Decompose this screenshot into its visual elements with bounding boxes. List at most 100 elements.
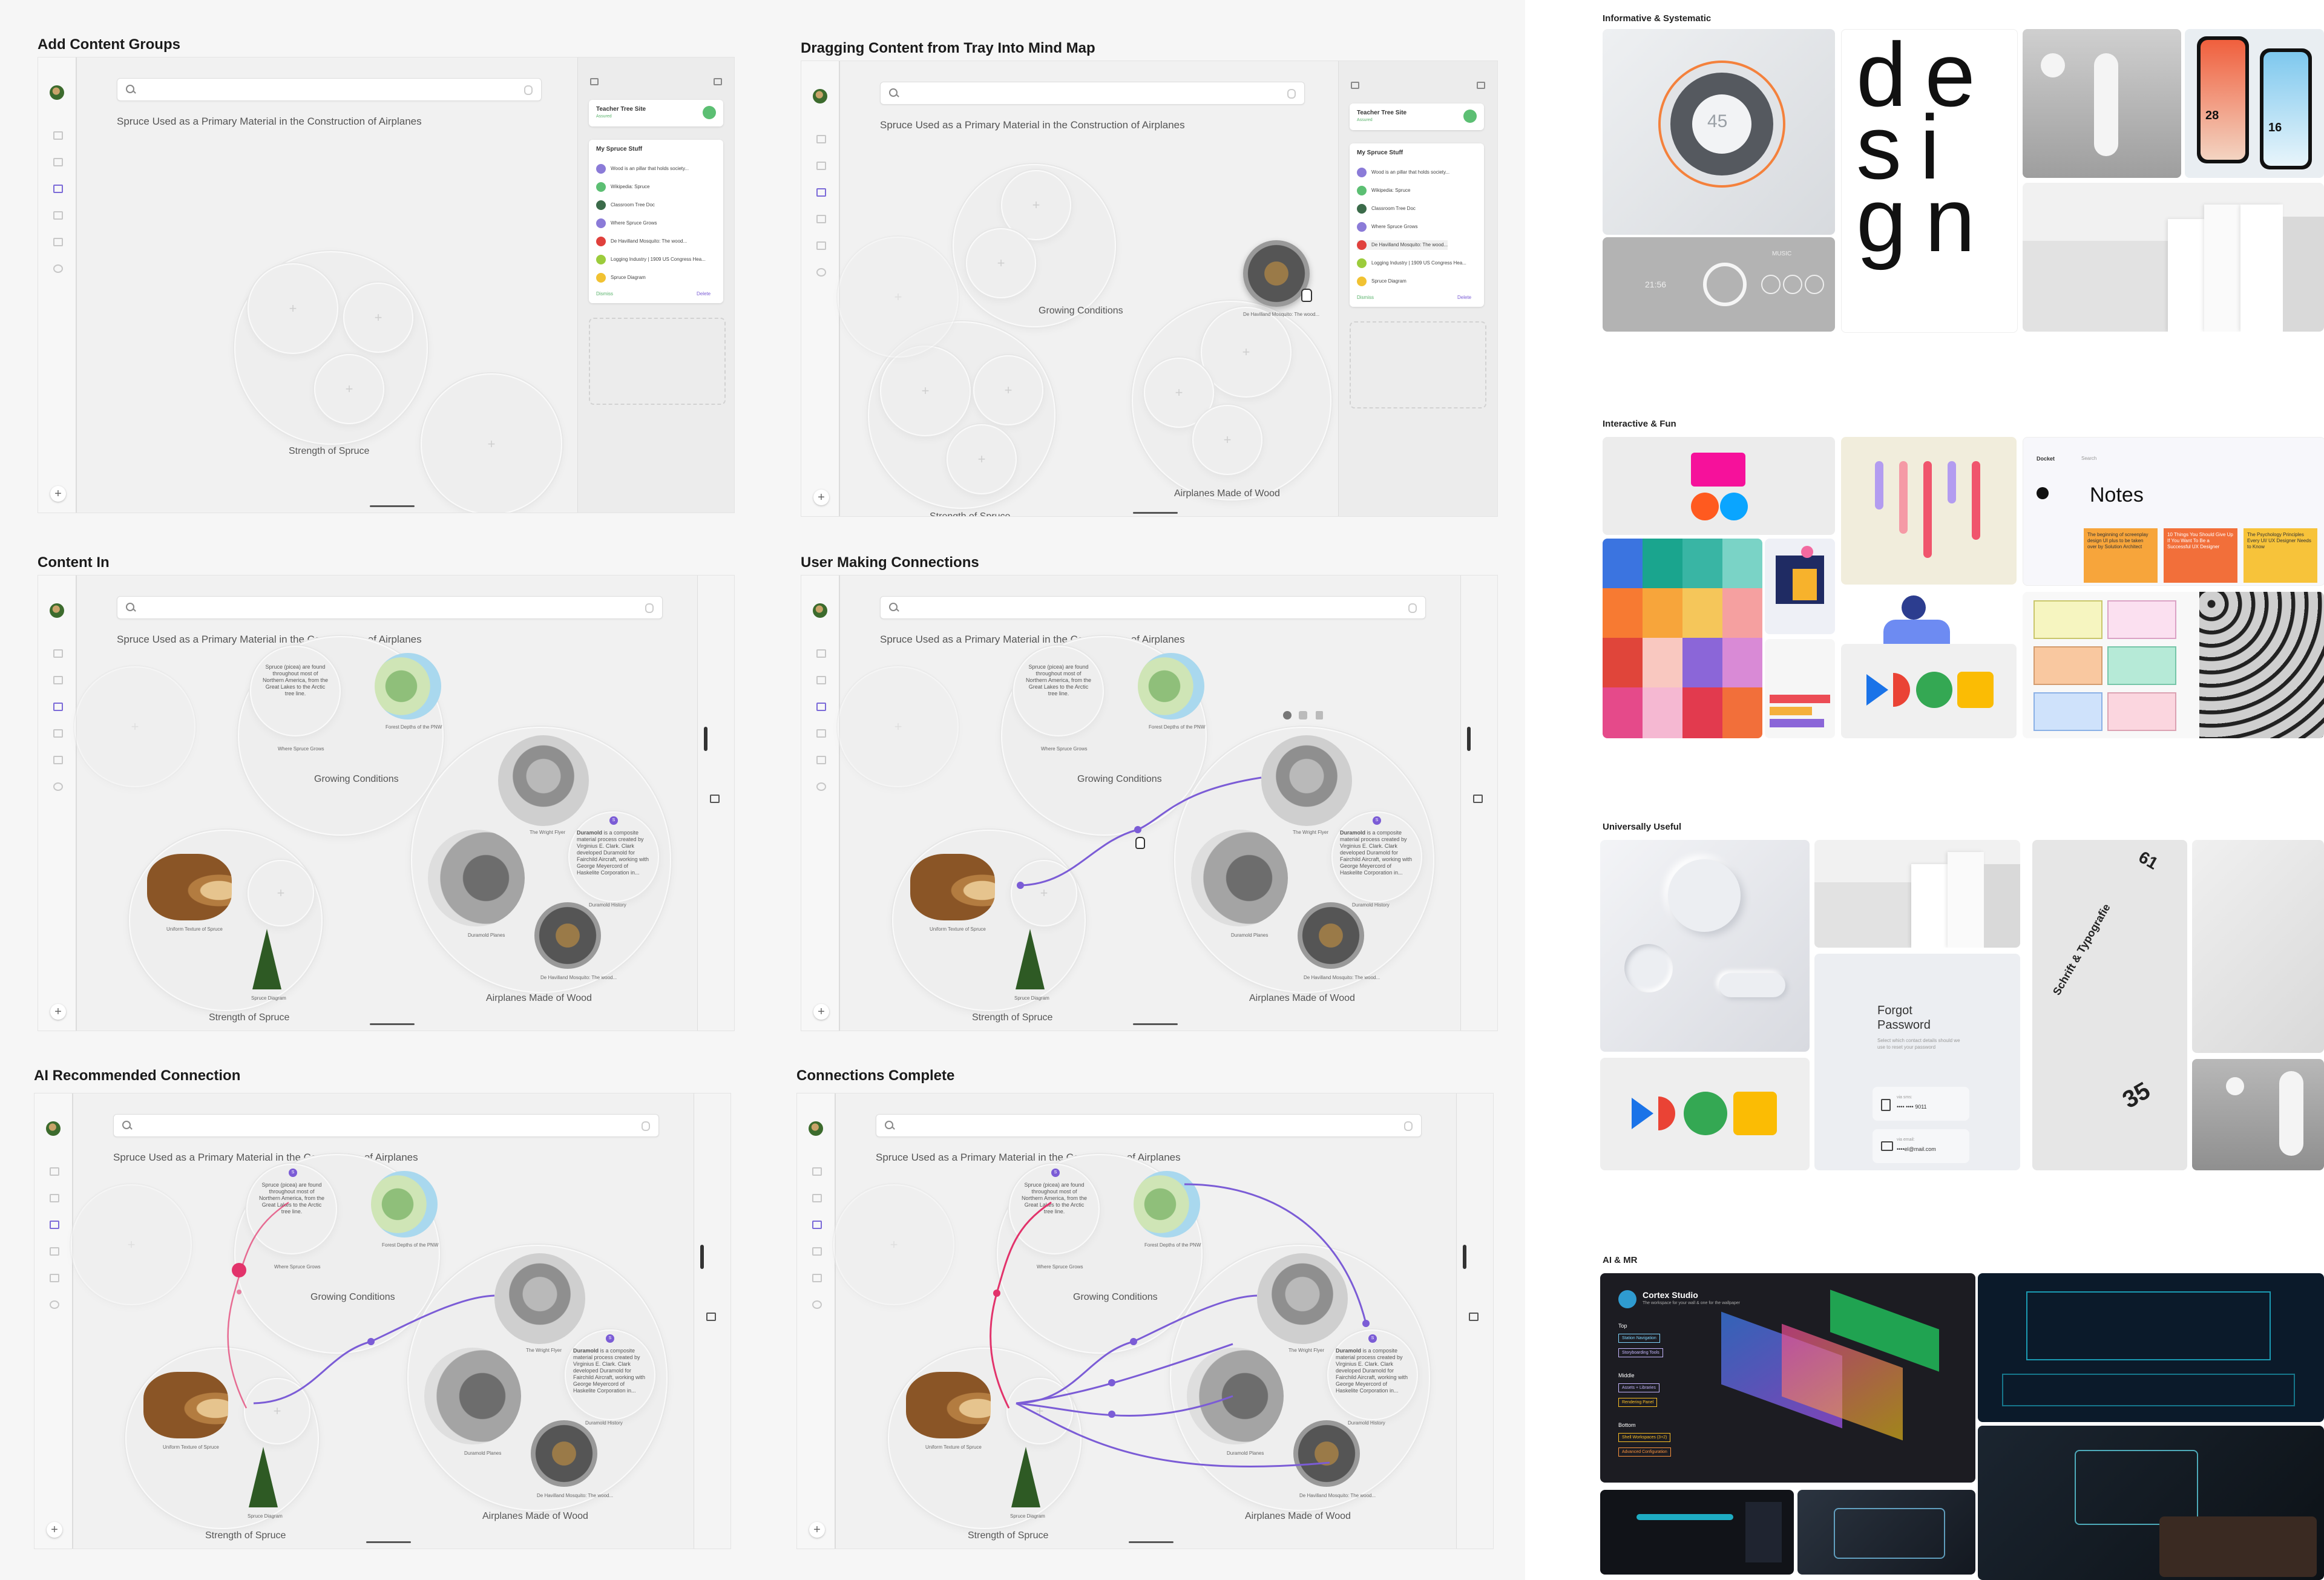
search-input[interactable] (117, 596, 663, 619)
tray-icon[interactable] (710, 795, 720, 803)
tray-icon[interactable] (706, 1313, 716, 1321)
tray-item[interactable]: Wikipedia: Spruce (1357, 186, 1410, 195)
grid-icon[interactable] (816, 162, 826, 170)
photo-node-duramold[interactable] (428, 830, 525, 926)
photo-node-wright[interactable] (494, 1253, 585, 1344)
mail-icon[interactable] (812, 1274, 822, 1282)
chart-icon[interactable] (50, 1247, 59, 1256)
spruce-tree-image[interactable] (1016, 929, 1045, 989)
tray-item[interactable]: Where Spruce Grows (1357, 222, 1417, 232)
add-button[interactable]: + (47, 1522, 62, 1538)
add-button[interactable]: + (50, 1004, 66, 1020)
tray-item[interactable]: Spruce Diagram (1357, 277, 1407, 286)
group-empty[interactable]: + (833, 1184, 954, 1305)
node-empty[interactable]: + (1201, 307, 1292, 398)
node-empty[interactable]: + (343, 283, 413, 353)
tray-item[interactable]: De Havilland Mosquito: The wood... (596, 237, 687, 246)
grid-icon[interactable] (50, 1194, 59, 1202)
search-input[interactable] (113, 1114, 659, 1137)
avatar[interactable] (809, 1121, 823, 1136)
node-empty[interactable]: + (947, 424, 1017, 494)
add-button[interactable]: + (813, 1004, 829, 1020)
tray-item[interactable]: Wikipedia: Spruce (596, 182, 649, 192)
node-empty[interactable]: + (1192, 405, 1262, 475)
tray-scrollbar[interactable] (704, 727, 707, 751)
scroll-handle[interactable] (1133, 1023, 1178, 1025)
mail-icon[interactable] (50, 1274, 59, 1282)
delete-icon[interactable] (1316, 711, 1323, 720)
spruce-tree-image[interactable] (252, 929, 281, 989)
scroll-handle[interactable] (370, 1023, 415, 1025)
tray-icon[interactable] (1473, 795, 1483, 803)
node-empty[interactable]: + (244, 1378, 310, 1444)
tray-item[interactable]: Classroom Tree Doc (596, 200, 655, 210)
tray-scrollbar[interactable] (700, 1245, 704, 1269)
home-icon[interactable] (53, 649, 63, 658)
scroll-handle[interactable] (366, 1541, 411, 1543)
tray-dropzone[interactable] (1350, 321, 1486, 408)
photo-node-map[interactable] (371, 1171, 438, 1237)
photo-node-map[interactable] (1138, 653, 1204, 720)
tray-item[interactable]: Spruce Diagram (596, 273, 646, 283)
delete-link[interactable]: Delete (697, 291, 711, 297)
settings-icon[interactable] (812, 1300, 822, 1309)
folder-icon[interactable] (1477, 82, 1485, 89)
search-input[interactable] (880, 82, 1305, 105)
tray-item[interactable]: Classroom Tree Doc (1357, 204, 1416, 214)
scroll-handle[interactable] (1133, 512, 1178, 514)
tray-item[interactable]: Logging Industry | 1909 US Congress Hea.… (596, 255, 706, 264)
scroll-handle[interactable] (370, 505, 415, 507)
mail-icon[interactable] (816, 241, 826, 250)
tray-item[interactable]: Where Spruce Grows (596, 218, 657, 228)
avatar[interactable] (50, 603, 64, 618)
photo-node-duramold[interactable] (1187, 1348, 1284, 1444)
link-icon[interactable] (1299, 711, 1307, 720)
tray-item[interactable]: Logging Industry | 1909 US Congress Hea.… (1357, 258, 1466, 268)
add-button[interactable]: + (813, 490, 829, 505)
photo-node-log[interactable] (906, 1372, 991, 1438)
photo-node-duramold[interactable] (1191, 830, 1288, 926)
add-button[interactable]: + (809, 1522, 825, 1538)
photo-node-map[interactable] (375, 653, 441, 720)
bookmark-icon[interactable] (50, 1221, 59, 1229)
search-input[interactable] (876, 1114, 1422, 1137)
settings-icon[interactable] (53, 264, 63, 273)
grid-icon[interactable] (816, 676, 826, 684)
photo-node-wright[interactable] (498, 735, 589, 826)
chart-icon[interactable] (53, 211, 63, 220)
photo-node-log[interactable] (910, 854, 995, 920)
photo-node-wright[interactable] (1261, 735, 1352, 826)
photo-node-mosquito[interactable] (534, 902, 601, 969)
photo-node-log[interactable] (143, 1372, 228, 1438)
group-empty[interactable]: + (74, 666, 195, 787)
bookmark-icon[interactable] (53, 185, 63, 193)
grid-icon[interactable] (812, 1194, 822, 1202)
group-empty[interactable]: + (838, 666, 959, 787)
tray-item-selected[interactable]: De Havilland Mosquito: The wood... (1357, 240, 1448, 250)
folder-icon[interactable] (714, 78, 722, 85)
photo-node-wright[interactable] (1257, 1253, 1348, 1344)
spruce-tree-image[interactable] (1011, 1447, 1040, 1507)
add-button[interactable]: + (50, 486, 66, 502)
teacher-site-card[interactable]: Teacher Tree Site Assured (1350, 103, 1484, 130)
settings-icon[interactable] (816, 782, 826, 791)
photo-node-mosquito[interactable] (1298, 902, 1364, 969)
chart-icon[interactable] (812, 1247, 822, 1256)
node-empty[interactable]: + (880, 346, 971, 436)
tray-scrollbar[interactable] (1467, 727, 1471, 751)
tray-item[interactable]: Wood is an pillar that holds society... (596, 164, 689, 174)
home-icon[interactable] (816, 135, 826, 143)
tray-icon[interactable] (1469, 1313, 1479, 1321)
avatar[interactable] (50, 85, 64, 100)
group-empty[interactable]: + (421, 373, 562, 513)
dismiss-link[interactable]: Dismiss (1357, 295, 1374, 300)
settings-icon[interactable] (53, 782, 63, 791)
node-empty[interactable]: + (1011, 860, 1077, 926)
bookmark-icon[interactable] (53, 703, 63, 711)
node-empty[interactable]: + (314, 354, 384, 424)
node-empty[interactable]: + (248, 263, 338, 354)
avatar[interactable] (46, 1121, 61, 1136)
chart-icon[interactable] (53, 729, 63, 738)
settings-icon[interactable] (816, 268, 826, 277)
ai-suggestion-icon[interactable] (232, 1263, 246, 1277)
